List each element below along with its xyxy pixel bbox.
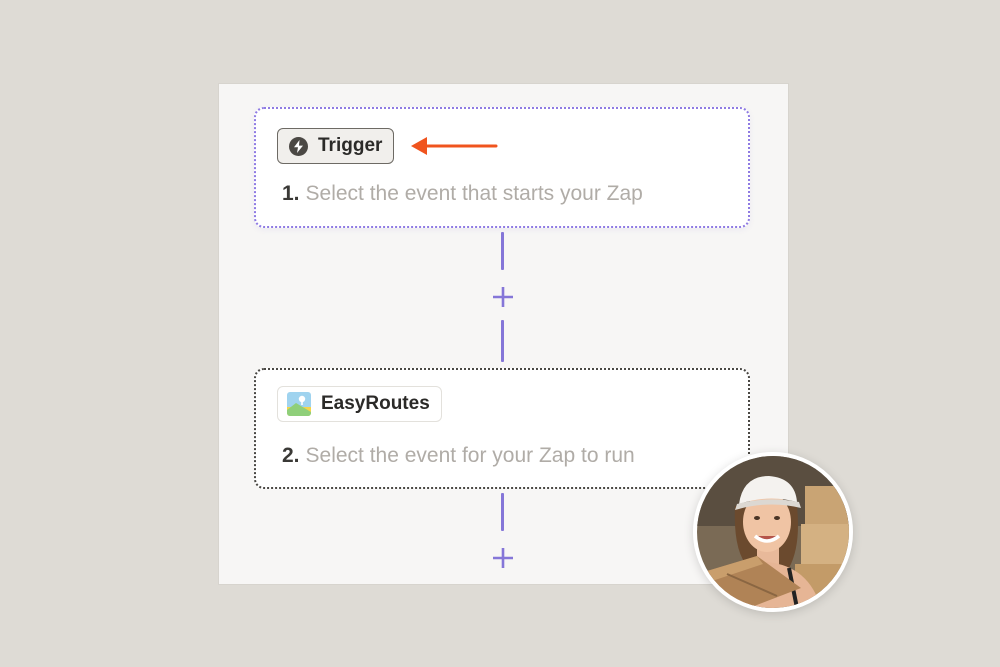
- user-photo-avatar: [693, 452, 853, 612]
- step-description-text: Select the event that starts your Zap: [305, 182, 643, 205]
- step-number: 1.: [282, 182, 300, 205]
- easyroutes-app-icon: [287, 392, 311, 416]
- action-step-card[interactable]: EasyRoutes 2. Select the event for your Z…: [254, 368, 750, 489]
- action-step-description[interactable]: 2. Select the event for your Zap to run: [282, 444, 635, 468]
- add-step-plus-icon[interactable]: [491, 285, 515, 309]
- step-description-text: Select the event for your Zap to run: [305, 444, 635, 467]
- trigger-step-description[interactable]: 1. Select the event that starts your Zap: [282, 182, 643, 206]
- connector-line: [501, 232, 504, 270]
- arrow-left-icon: [411, 137, 498, 155]
- connector-line: [501, 320, 504, 362]
- bolt-icon: [289, 136, 308, 156]
- trigger-step-card[interactable]: Trigger 1. Select the event that starts y…: [254, 107, 750, 228]
- app-chip-label: EasyRoutes: [321, 393, 430, 414]
- add-step-plus-icon[interactable]: [491, 546, 515, 570]
- trigger-chip[interactable]: Trigger: [277, 128, 395, 164]
- trigger-chip-label: Trigger: [318, 135, 383, 156]
- connector-line: [501, 493, 504, 531]
- step-number: 2.: [282, 444, 300, 467]
- app-chip[interactable]: EasyRoutes: [277, 386, 442, 422]
